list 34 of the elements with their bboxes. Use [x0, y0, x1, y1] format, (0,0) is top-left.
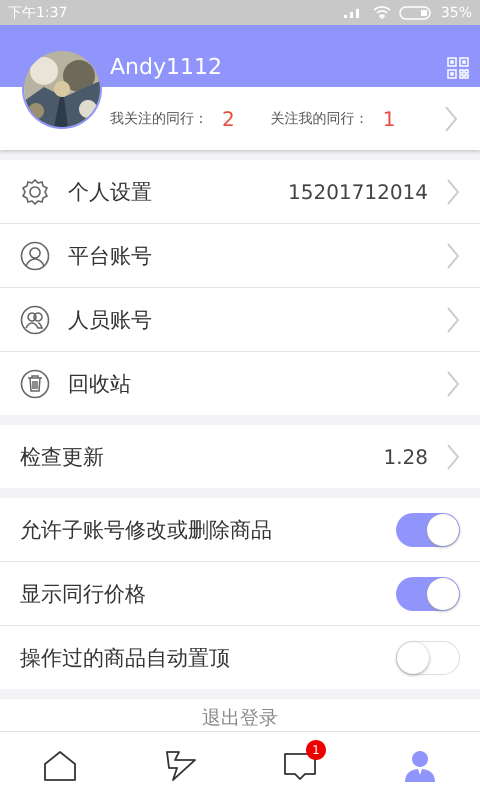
qr-code-icon[interactable] [447, 57, 469, 79]
chevron-icon [446, 178, 460, 206]
home-icon[interactable] [43, 750, 77, 782]
toggle-label: 显示同行价格 [20, 580, 147, 608]
chevron-icon [446, 306, 460, 334]
username: Andy1112 [110, 55, 222, 80]
lightning-icon[interactable] [163, 750, 197, 782]
chevron-icon [444, 104, 458, 132]
chevron-icon [446, 242, 460, 270]
trash-icon [20, 368, 50, 398]
toggle-switch[interactable] [396, 512, 460, 546]
toggle-switch[interactable] [396, 576, 460, 610]
toggle-label: 允许子账号修改或删除商品 [20, 516, 273, 544]
user-icon[interactable] [403, 750, 437, 782]
person-icon [20, 240, 50, 270]
chevron-icon [446, 442, 460, 470]
followers-count[interactable]: 1 [382, 106, 396, 130]
followers-label: 关注我的同行： [270, 110, 369, 128]
gear-icon [20, 176, 50, 206]
notification-badge: 1 [306, 740, 326, 760]
menu-item[interactable]: 人员账号 [0, 288, 480, 352]
toggle-switch[interactable] [396, 640, 460, 674]
toggle-label: 操作过的商品自动置顶 [20, 644, 231, 672]
following-label: 我关注的同行： [110, 110, 208, 128]
chevron-icon [446, 370, 460, 398]
menu-item[interactable]: 平台账号 [0, 224, 480, 288]
menu-item[interactable]: 个人设置 15201712014 [0, 160, 480, 224]
wifi-icon [372, 6, 391, 19]
menu-item[interactable]: 回收站 [0, 352, 480, 415]
battery-icon [398, 6, 433, 20]
logout-button[interactable]: 退出登录 [202, 705, 278, 731]
people-icon [20, 304, 50, 334]
update-item[interactable]: 检查更新 1.28 [0, 425, 480, 488]
following-count[interactable]: 2 [222, 106, 235, 130]
